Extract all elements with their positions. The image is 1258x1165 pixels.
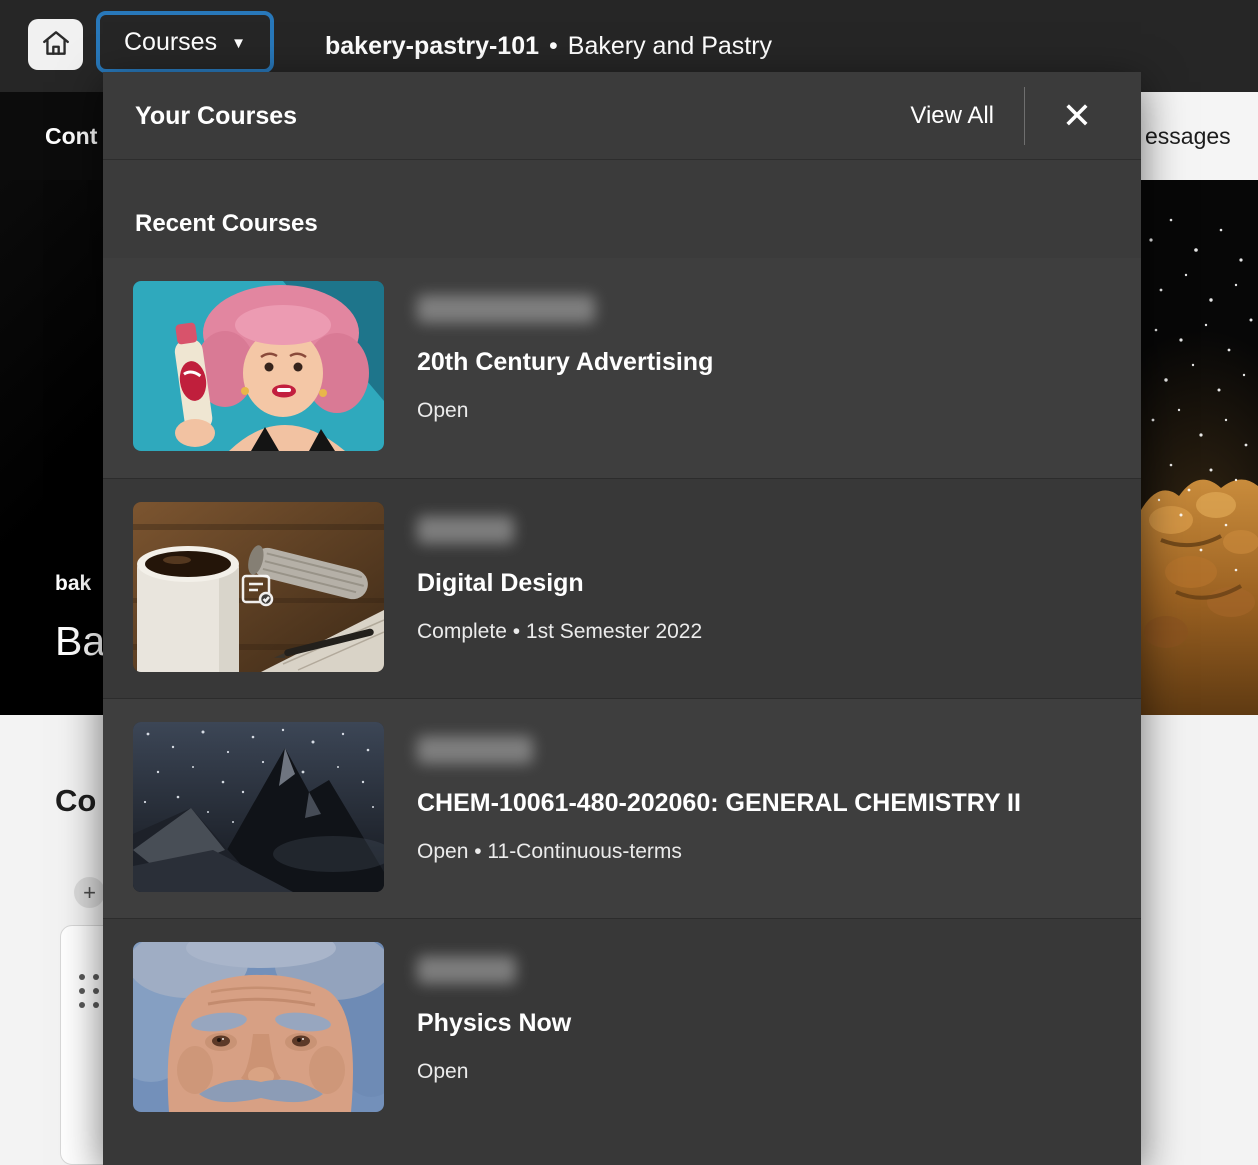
course-id-redacted — [417, 736, 533, 764]
breadcrumb-course-id: bakery-pastry-101 — [325, 32, 539, 61]
course-info: 20th Century Advertising Open — [417, 281, 713, 423]
close-icon: ✕ — [1062, 95, 1092, 137]
courses-menu-button[interactable]: Courses ▼ — [96, 11, 274, 73]
header-divider — [1024, 87, 1025, 145]
tab-bar-light-segment: essages — [1141, 92, 1258, 180]
course-id-redacted — [417, 956, 516, 984]
breadcrumb-course-name: Bakery and Pastry — [568, 32, 772, 61]
breadcrumb-separator: • — [549, 32, 558, 61]
course-status: Open • 11-Continuous-terms — [417, 840, 1021, 864]
drag-handle-icon[interactable] — [79, 974, 99, 1008]
panel-header: Your Courses View All ✕ — [103, 72, 1141, 160]
tab-messages[interactable]: essages — [1145, 92, 1231, 180]
course-status: Open — [417, 399, 713, 423]
close-button[interactable]: ✕ — [1055, 94, 1099, 138]
home-icon — [41, 29, 71, 60]
screen: Courses ▼ bakery-pastry-101 • Bakery and… — [0, 0, 1258, 1165]
course-title-link[interactable]: CHEM-10061-480-202060: GENERAL CHEMISTRY… — [417, 788, 1021, 818]
banner-course-title-partial: Ba — [55, 618, 103, 665]
course-title-link[interactable]: 20th Century Advertising — [417, 347, 713, 377]
panel-header-actions: View All ✕ — [910, 72, 1099, 160]
panel-title: Your Courses — [135, 72, 297, 160]
recent-courses-heading: Recent Courses — [135, 210, 318, 238]
courses-menu-label: Courses — [124, 28, 217, 57]
plus-icon: + — [83, 882, 96, 904]
add-content-button[interactable]: + — [74, 877, 105, 908]
view-all-link[interactable]: View All — [910, 102, 994, 130]
mountain-course-thumbnail — [133, 722, 384, 892]
course-card[interactable]: 20th Century Advertising Open — [103, 258, 1141, 478]
pastry-image — [1141, 180, 1258, 715]
chevron-down-icon: ▼ — [231, 36, 246, 51]
course-title-link[interactable]: Digital Design — [417, 568, 702, 598]
content-heading-partial: Co — [55, 783, 96, 819]
einstein-course-thumbnail — [133, 942, 384, 1112]
courses-flyout-panel: Your Courses View All ✕ Recent Courses — [103, 72, 1141, 1165]
advertising-course-thumbnail — [133, 281, 384, 451]
course-info: CHEM-10061-480-202060: GENERAL CHEMISTRY… — [417, 722, 1021, 864]
pastry-banner-image — [1141, 180, 1258, 715]
course-id-redacted — [417, 295, 595, 323]
tab-content[interactable]: Cont — [45, 92, 97, 180]
course-info: Physics Now Open — [417, 942, 571, 1084]
course-status: Open — [417, 1060, 571, 1084]
course-card[interactable]: Digital Design Complete • 1st Semester 2… — [103, 478, 1141, 698]
course-title-link[interactable]: Physics Now — [417, 1008, 571, 1038]
course-list: 20th Century Advertising Open — [103, 258, 1141, 1165]
course-banner-left: bak Ba — [0, 180, 103, 715]
home-button[interactable] — [28, 19, 83, 70]
course-card[interactable]: Physics Now Open — [103, 918, 1141, 1138]
course-info: Digital Design Complete • 1st Semester 2… — [417, 502, 702, 644]
course-id-redacted — [417, 516, 514, 544]
banner-course-id-partial: bak — [55, 572, 91, 596]
course-status: Complete • 1st Semester 2022 — [417, 620, 702, 644]
coffee-course-thumbnail — [133, 502, 384, 672]
course-card[interactable]: CHEM-10061-480-202060: GENERAL CHEMISTRY… — [103, 698, 1141, 918]
